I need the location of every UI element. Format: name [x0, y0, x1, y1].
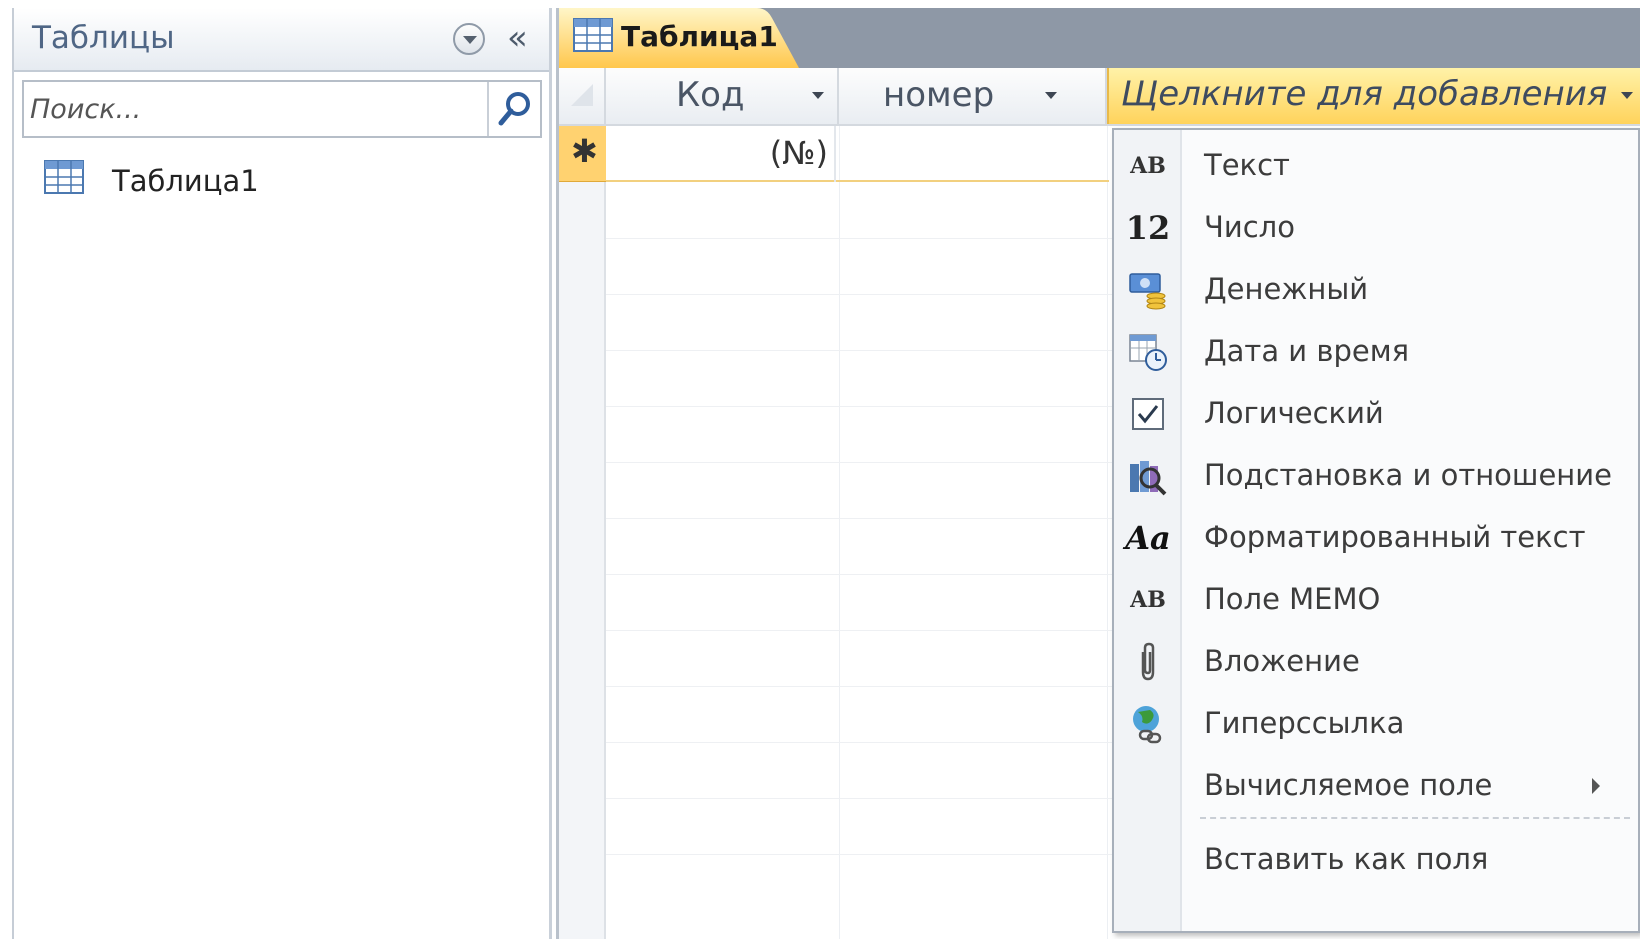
hyperlink-type-icon	[1128, 704, 1168, 744]
new-record-row[interactable]: (№)	[606, 126, 1109, 182]
menu-item-boolean[interactable]: Логический	[1114, 384, 1638, 444]
menu-item-label: Вычисляемое поле	[1204, 768, 1493, 802]
menu-item-label: Вложение	[1204, 644, 1360, 678]
tab-label: Таблица1	[621, 20, 778, 53]
menu-item-label: Форматированный текст	[1204, 520, 1586, 554]
field-type-menu: AB Текст 12 Число Денежный Дата и время …	[1112, 128, 1640, 933]
navigation-pane: Таблицы « Таблица1	[12, 8, 552, 939]
grid-line	[1107, 126, 1108, 939]
autonumber-placeholder: (№)	[769, 134, 828, 172]
menu-item-number[interactable]: 12 Число	[1114, 198, 1638, 258]
add-field-label: Щелкните для добавления	[1121, 74, 1608, 114]
menu-item-label: Логический	[1204, 396, 1384, 430]
dropdown-arrow-icon[interactable]	[812, 92, 824, 99]
menu-item-hyperlink[interactable]: Гиперссылка	[1114, 694, 1638, 754]
menu-item-label: Поле MEMO	[1204, 582, 1381, 616]
menu-item-label: Гиперссылка	[1204, 706, 1405, 740]
menu-separator	[1200, 817, 1630, 819]
menu-item-label: Дата и время	[1204, 334, 1410, 368]
column-header-label: Код	[676, 75, 745, 115]
nav-item-table1[interactable]: Таблица1	[44, 154, 524, 204]
menu-item-memo[interactable]: AB Поле MEMO	[1114, 570, 1638, 630]
currency-type-icon	[1128, 270, 1168, 310]
menu-item-lookup[interactable]: Подстановка и отношение	[1114, 446, 1638, 506]
nav-search-bar	[22, 80, 542, 138]
menu-item-currency[interactable]: Денежный	[1114, 260, 1638, 320]
cell-kod-new[interactable]: (№)	[606, 126, 836, 182]
attachment-type-icon	[1128, 642, 1168, 682]
nav-pane-title: Таблицы	[32, 20, 175, 56]
submenu-arrow-icon	[1592, 778, 1600, 794]
menu-item-label: Денежный	[1204, 272, 1369, 306]
memo-type-icon: AB	[1130, 587, 1166, 613]
column-header-kod[interactable]: Код	[606, 68, 839, 124]
menu-item-attachment[interactable]: Вложение	[1114, 632, 1638, 692]
access-window: Таблицы « Таблица1	[0, 0, 1640, 939]
datetime-type-icon	[1128, 332, 1168, 372]
column-header-nomer[interactable]: номер	[839, 68, 1107, 124]
nav-item-label: Таблица1	[112, 164, 259, 198]
grid-line	[839, 126, 840, 939]
menu-item-label: Текст	[1204, 148, 1290, 182]
menu-item-datetime[interactable]: Дата и время	[1114, 322, 1638, 382]
new-record-asterisk-icon: ✱	[571, 132, 598, 170]
column-header-label: номер	[883, 75, 995, 115]
menu-item-rich-text[interactable]: Aa Форматированный текст	[1114, 508, 1638, 568]
search-input[interactable]	[24, 82, 489, 136]
table-icon	[44, 160, 84, 194]
menu-item-label: Подстановка и отношение	[1204, 458, 1612, 492]
checkbox-type-icon	[1128, 394, 1168, 434]
rich-text-type-icon: Aa	[1125, 519, 1171, 557]
double-chevron-left-icon[interactable]: «	[507, 18, 528, 58]
menu-item-text[interactable]: AB Текст	[1114, 136, 1638, 196]
nav-pane-header[interactable]: Таблицы «	[14, 8, 549, 72]
select-all-cell[interactable]	[559, 68, 606, 124]
select-all-corner-icon	[571, 84, 593, 106]
menu-item-label: Число	[1204, 210, 1295, 244]
add-field-column-header[interactable]: Щелкните для добавления	[1107, 68, 1640, 124]
new-record-selector[interactable]: ✱	[559, 126, 606, 182]
chevron-down-circle-icon[interactable]	[453, 23, 485, 55]
text-type-icon: AB	[1130, 153, 1166, 179]
table-icon	[573, 18, 613, 52]
dropdown-arrow-icon[interactable]	[1621, 92, 1633, 99]
datasheet-header-row: Код номер Щелкните для добавления	[559, 68, 1640, 126]
dropdown-arrow-icon[interactable]	[1045, 92, 1057, 99]
menu-item-calculated-field[interactable]: Вычисляемое поле	[1114, 756, 1638, 816]
lookup-type-icon	[1128, 456, 1168, 496]
menu-item-label: Вставить как поля	[1204, 842, 1489, 876]
record-selector-column: ✱	[559, 126, 606, 939]
tab-table1[interactable]: Таблица1	[559, 8, 809, 68]
document-tab-bar: Таблица1	[559, 8, 1640, 68]
number-type-icon: 12	[1125, 209, 1171, 247]
search-icon[interactable]	[495, 89, 535, 129]
menu-item-paste-as-fields[interactable]: Вставить как поля	[1114, 830, 1638, 890]
